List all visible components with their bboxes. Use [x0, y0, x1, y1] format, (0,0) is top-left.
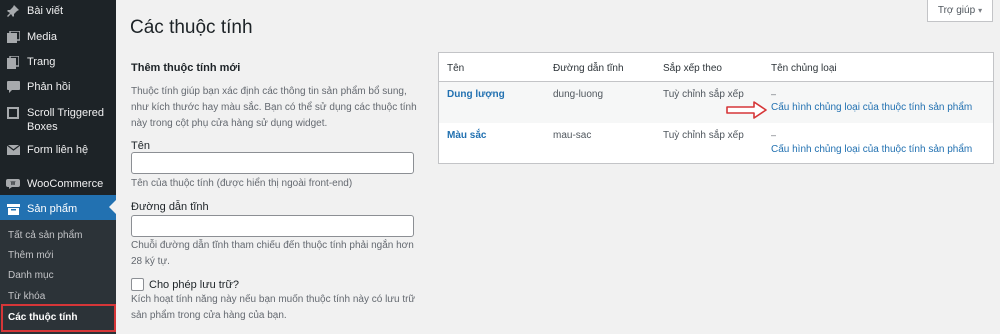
- sidebar-item-posts[interactable]: Bài viết: [0, 4, 116, 18]
- arrow-right-icon: [726, 101, 767, 119]
- comment-icon: [6, 80, 20, 94]
- caret-down-icon: ▾: [978, 6, 983, 15]
- enable-archives-label[interactable]: Cho phép lưu trữ?: [149, 279, 239, 291]
- name-input[interactable]: [131, 152, 414, 174]
- submenu-item-categories[interactable]: Danh mục: [8, 270, 54, 282]
- attribute-slug: dung-luong: [553, 89, 604, 100]
- sidebar-item-woocommerce[interactable]: W WooCommerce: [0, 177, 116, 191]
- active-menu-caret: [109, 200, 116, 214]
- column-header-name: Tên: [447, 63, 465, 74]
- submenu-item-add-new[interactable]: Thêm mới: [8, 250, 53, 262]
- box-icon: [6, 106, 20, 120]
- sidebar-item-products[interactable]: Sản phẩm: [0, 195, 116, 220]
- table-header-row: Tên Đường dẫn tĩnh Sắp xếp theo Tên chủn…: [439, 53, 993, 82]
- name-help: Tên của thuộc tính (được hiển thị ngoài …: [131, 178, 353, 189]
- svg-text:W: W: [11, 181, 16, 187]
- slug-input[interactable]: [131, 215, 414, 237]
- attribute-terms: –: [771, 130, 777, 140]
- sidebar-item-label: Media: [27, 31, 57, 43]
- sidebar-item-label: Sản phẩm: [27, 203, 78, 215]
- pin-icon: [6, 4, 20, 18]
- page-title: Các thuộc tính: [130, 17, 253, 38]
- configure-terms-link[interactable]: Cấu hình chủng loại của thuộc tính sản p…: [771, 144, 972, 155]
- slug-help: Chuỗi đường dẫn tĩnh tham chiếu đến thuộ…: [131, 240, 414, 267]
- mail-icon: [6, 143, 20, 157]
- sidebar-item-contact-form[interactable]: Form liên hệ: [0, 143, 116, 157]
- sidebar-item-label: Bài viết: [27, 5, 64, 17]
- sidebar-item-comments[interactable]: Phản hồi: [0, 80, 116, 94]
- sidebar-item-scroll-triggered-boxes[interactable]: Scroll Triggered Boxes: [0, 106, 116, 134]
- attribute-terms: –: [771, 89, 777, 99]
- attribute-name-link[interactable]: Màu sắc: [447, 130, 486, 141]
- woocommerce-icon: W: [6, 177, 20, 191]
- admin-sidebar: Bài viết Media Trang Phản hồi Scroll Tri…: [0, 0, 116, 334]
- attribute-name-link[interactable]: Dung lượng: [447, 89, 505, 100]
- sidebar-item-label: Trang: [27, 56, 56, 68]
- column-header-order: Sắp xếp theo: [663, 63, 722, 74]
- column-header-slug: Đường dẫn tĩnh: [553, 63, 624, 74]
- form-heading: Thêm thuộc tính mới: [131, 62, 241, 74]
- help-tab-button[interactable]: Trợ giúp ▾: [927, 0, 993, 22]
- page-icon: [6, 55, 20, 69]
- attribute-order: Tuỳ chỉnh sắp xếp: [663, 130, 744, 141]
- archive-icon: [6, 202, 20, 216]
- attribute-slug: mau-sac: [553, 130, 592, 141]
- enable-archives-checkbox[interactable]: [131, 278, 144, 291]
- sidebar-item-label: Form liên hệ: [27, 144, 89, 156]
- media-icon: [6, 30, 20, 44]
- attribute-order: Tuỳ chỉnh sắp xếp: [663, 89, 744, 100]
- help-tab-label: Trợ giúp: [937, 5, 976, 16]
- form-intro: Thuộc tính giúp bạn xác định các thông t…: [131, 86, 417, 129]
- sidebar-item-label: Phản hồi: [27, 81, 71, 93]
- configure-terms-link[interactable]: Cấu hình chủng loại của thuộc tính sản p…: [771, 102, 972, 113]
- submenu-item-tags[interactable]: Từ khóa: [8, 291, 45, 303]
- highlight-box: [1, 304, 116, 332]
- slug-label: Đường dẫn tĩnh: [131, 201, 209, 213]
- sidebar-item-media[interactable]: Media: [0, 30, 116, 44]
- archive-help: Kích hoạt tính năng này nếu bạn muốn thu…: [131, 294, 416, 321]
- column-header-terms: Tên chủng loại: [771, 63, 837, 74]
- name-label: Tên: [131, 140, 150, 152]
- sidebar-item-label: Scroll Triggered Boxes: [27, 107, 105, 133]
- table-row: Dung lượng dung-luong Tuỳ chỉnh sắp xếp …: [439, 82, 993, 123]
- sidebar-item-pages[interactable]: Trang: [0, 55, 116, 69]
- submenu-item-all-products[interactable]: Tất cả sản phẩm: [8, 230, 82, 242]
- sidebar-item-label: WooCommerce: [27, 178, 104, 190]
- attributes-table: Tên Đường dẫn tĩnh Sắp xếp theo Tên chủn…: [438, 52, 994, 164]
